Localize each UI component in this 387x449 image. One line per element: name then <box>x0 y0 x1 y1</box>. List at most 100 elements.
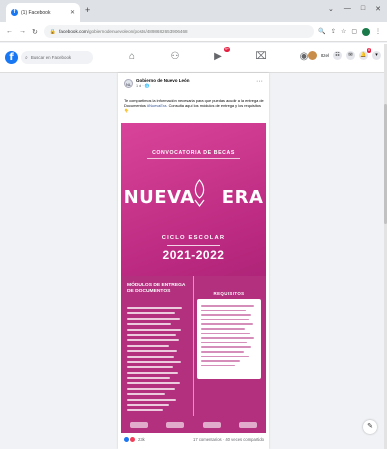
user-name[interactable]: Itzel <box>321 53 329 58</box>
bell-glyph: 🔔 <box>360 52 367 58</box>
poster-title-right: ERA <box>221 187 264 208</box>
forward-arrow-icon[interactable]: → <box>19 28 26 35</box>
list-item <box>201 360 241 362</box>
school-year: 2021-2022 <box>162 248 225 262</box>
list-item <box>127 339 179 342</box>
list-item <box>201 314 252 316</box>
list-item <box>127 393 166 396</box>
url-path: /gobiernodenuevoleon/posts/4898682653906… <box>87 29 188 34</box>
reactions-summary[interactable]: 23k <box>124 437 145 442</box>
list-item <box>127 371 178 374</box>
list-item <box>127 328 181 331</box>
close-window-icon[interactable]: ✕ <box>375 5 381 13</box>
main-nav: ⌂ ⚇ ▶ 9+ ⌧ ◉ <box>124 47 312 65</box>
facebook-header: f ⌕ Buscar en Facebook ⌂ ⚇ ▶ 9+ ⌧ ◉ Itze… <box>0 43 387 73</box>
new-tab-button[interactable]: + <box>85 5 90 15</box>
list-item <box>127 355 174 358</box>
cycle-divider <box>167 245 220 246</box>
watch-icon[interactable]: ▶ 9+ <box>210 47 230 65</box>
watch-glyph: ▶ <box>214 51 222 62</box>
profile-icon[interactable] <box>362 27 370 36</box>
header-right: Itzel ☷ ✉ 🔔 8 ▾ <box>307 48 381 60</box>
list-item <box>201 327 245 330</box>
share-icon[interactable]: ⇪ <box>331 28 336 35</box>
post-header: NL Gobierno de Nuevo León 1 d · 🌐 <box>124 78 190 88</box>
love-icon <box>130 437 135 442</box>
close-tab-icon[interactable]: ✕ <box>70 9 75 16</box>
url-host: facebook.com <box>59 29 88 34</box>
list-item <box>127 360 181 363</box>
list-item <box>201 323 253 325</box>
browser-toolbar: ← → ↻ 🔒 facebook.com/gobiernodenuevoleon… <box>0 22 387 42</box>
menu-icon[interactable]: ☷ <box>333 51 342 60</box>
list-item <box>201 337 254 339</box>
list-item <box>127 398 177 401</box>
cycle-label: CICLO ESCOLAR <box>161 235 226 241</box>
list-item <box>201 309 246 312</box>
account-icon[interactable]: ▾ <box>372 51 381 60</box>
notifications-icon[interactable]: 🔔 8 <box>359 48 371 60</box>
list-item <box>201 318 250 321</box>
facebook-logo[interactable]: f <box>5 51 18 64</box>
hashtag-link[interactable]: #NuevaEra. <box>147 103 168 108</box>
list-item <box>127 350 178 353</box>
logo <box>130 421 149 428</box>
tab-title: (1) Facebook <box>21 9 51 16</box>
friends-icon[interactable]: ⚇ <box>167 49 183 65</box>
minimize-icon[interactable]: — <box>344 5 351 13</box>
page-avatar[interactable]: NL <box>124 78 133 88</box>
search-placeholder: Buscar en Facebook <box>30 55 72 60</box>
reload-icon[interactable]: ↻ <box>32 28 38 36</box>
list-item <box>127 317 180 320</box>
avatar[interactable] <box>307 51 317 60</box>
list-item <box>127 307 183 309</box>
browser-tab[interactable]: f (1) Facebook ✕ <box>6 3 80 22</box>
search-input[interactable]: ⌕ Buscar en Facebook <box>21 51 93 64</box>
notifications-badge: 8 <box>367 48 371 53</box>
marketplace-icon[interactable]: ⌧ <box>253 49 269 65</box>
extension-icon[interactable]: ▢ <box>351 28 357 35</box>
zoom-icon[interactable]: 🔍 <box>318 28 325 35</box>
reactions-count: 23k <box>138 437 145 442</box>
star-icon[interactable]: ☆ <box>341 28 346 35</box>
post-meta[interactable]: 1 d · 🌐 <box>136 83 190 88</box>
browser-tab-strip: f (1) Facebook ✕ + ⌄ — □ ✕ <box>0 0 387 22</box>
like-icon <box>124 437 129 442</box>
post-image[interactable]: CONVOCATORIA DE BECAS NUEVA ERA CICLO ES… <box>121 123 266 433</box>
logo <box>238 421 257 428</box>
browser-actions: 🔍 ⇪ ☆ ▢ ⋮ <box>318 27 381 36</box>
list-item <box>201 332 251 335</box>
watch-badge: 9+ <box>223 47 230 52</box>
facebook-icon: f <box>11 9 18 16</box>
list-item <box>127 409 163 412</box>
maximize-icon[interactable]: □ <box>361 5 365 13</box>
emblem-icon <box>194 179 205 207</box>
comments-shares[interactable]: 17 comentarios · 40 veces compartido <box>193 437 264 442</box>
list-item <box>201 341 247 344</box>
messenger-icon[interactable]: ✉ <box>346 51 355 60</box>
tab-search-icon[interactable]: ⌄ <box>328 5 334 13</box>
list-item <box>201 305 255 307</box>
list-item <box>201 355 250 358</box>
list-item <box>127 377 171 380</box>
logo <box>202 421 221 428</box>
list-item <box>127 387 175 390</box>
compose-icon[interactable]: ✎ <box>363 420 377 434</box>
search-icon: ⌕ <box>25 54 28 61</box>
poster-divider <box>147 158 240 159</box>
post-card: NL Gobierno de Nuevo León 1 d · 🌐 ··· Te… <box>118 73 269 449</box>
more-options-icon[interactable]: ··· <box>256 78 263 85</box>
list-item <box>127 333 177 336</box>
home-icon[interactable]: ⌂ <box>124 49 140 65</box>
lock-icon[interactable]: 🔒 <box>50 29 56 35</box>
menu-dots-icon[interactable]: ⋮ <box>375 28 381 35</box>
poster-header: CONVOCATORIA DE BECAS <box>152 150 235 156</box>
list-item <box>201 350 244 353</box>
address-bar[interactable]: 🔒 facebook.com/gobiernodenuevoleon/posts… <box>43 25 314 38</box>
poster-logos <box>121 416 266 433</box>
modules-title: MÓDULOS DE ENTREGA DE DOCUMENTOS <box>127 283 186 294</box>
back-arrow-icon[interactable]: ← <box>6 28 13 35</box>
list-item <box>127 382 180 385</box>
poster-title-left: NUEVA <box>123 187 195 208</box>
window-controls: ⌄ — □ ✕ <box>328 5 381 13</box>
